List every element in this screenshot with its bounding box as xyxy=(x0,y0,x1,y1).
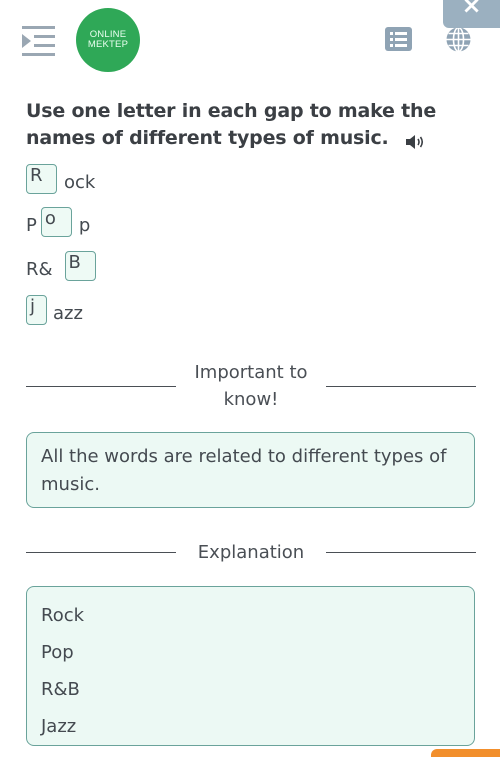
divider-line xyxy=(26,385,176,387)
logo-line-2: MEKTEP xyxy=(87,39,129,50)
divider-line xyxy=(326,385,476,387)
divider-line xyxy=(326,552,476,553)
important-text: All the words are related to different t… xyxy=(41,446,447,495)
close-icon: × xyxy=(461,0,482,19)
gap-input[interactable]: B xyxy=(64,251,96,281)
close-button[interactable]: × xyxy=(443,0,500,28)
important-divider: Important to know! xyxy=(26,359,476,413)
gap-suffix: ock xyxy=(64,172,96,193)
explanation-item: R&B xyxy=(41,679,80,700)
task-instruction: Use one letter in each gap to make the n… xyxy=(26,98,456,152)
gap-row-pop: P o p xyxy=(26,207,90,237)
explanation-item: Pop xyxy=(41,642,74,663)
gap-row-rock: R ock xyxy=(26,164,95,194)
explanation-divider: Explanation xyxy=(26,539,476,566)
explanation-heading: Explanation xyxy=(197,542,305,563)
gap-input[interactable]: o xyxy=(40,207,72,237)
explanation-item: Jazz xyxy=(41,716,77,737)
top-bar: ONLINE MEKTEP × xyxy=(0,0,500,80)
gap-input[interactable]: j xyxy=(26,295,47,325)
gap-row-jazz: j azz xyxy=(26,295,83,325)
speaker-icon[interactable] xyxy=(405,131,427,149)
explanation-item: Rock xyxy=(41,605,85,626)
menu-toggle-button[interactable] xyxy=(20,25,56,57)
menu-toggle-icon xyxy=(22,26,55,56)
explanation-box: Rock Pop R&B Jazz xyxy=(26,586,475,746)
gap-row-rnb: R& B xyxy=(26,251,96,281)
gap-suffix: p xyxy=(78,215,91,236)
important-heading: Important to know! xyxy=(194,362,308,410)
instruction-text: Use one letter in each gap to make the n… xyxy=(26,100,437,149)
divider-line xyxy=(26,552,176,553)
important-box: All the words are related to different t… xyxy=(26,432,475,508)
task-list-button[interactable] xyxy=(385,27,412,51)
globe-icon xyxy=(446,26,471,53)
next-button[interactable] xyxy=(431,749,500,757)
gap-prefix: P xyxy=(26,215,37,236)
gap-prefix: R& xyxy=(26,259,53,280)
language-button[interactable] xyxy=(445,26,472,53)
gap-input[interactable]: R xyxy=(26,164,57,194)
gap-suffix: azz xyxy=(53,303,83,324)
list-icon xyxy=(390,31,407,35)
online-mektep-logo[interactable]: ONLINE MEKTEP xyxy=(76,8,140,72)
